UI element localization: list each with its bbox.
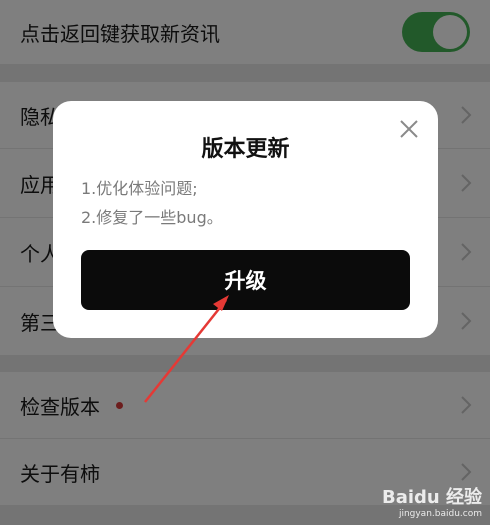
watermark-url: jingyan.baidu.com — [398, 509, 482, 519]
annotation-arrow — [144, 295, 229, 403]
watermark: Baidu 经验 jingyan.baidu.com — [382, 483, 482, 519]
watermark-logo: Baidu 经验 — [381, 487, 482, 508]
